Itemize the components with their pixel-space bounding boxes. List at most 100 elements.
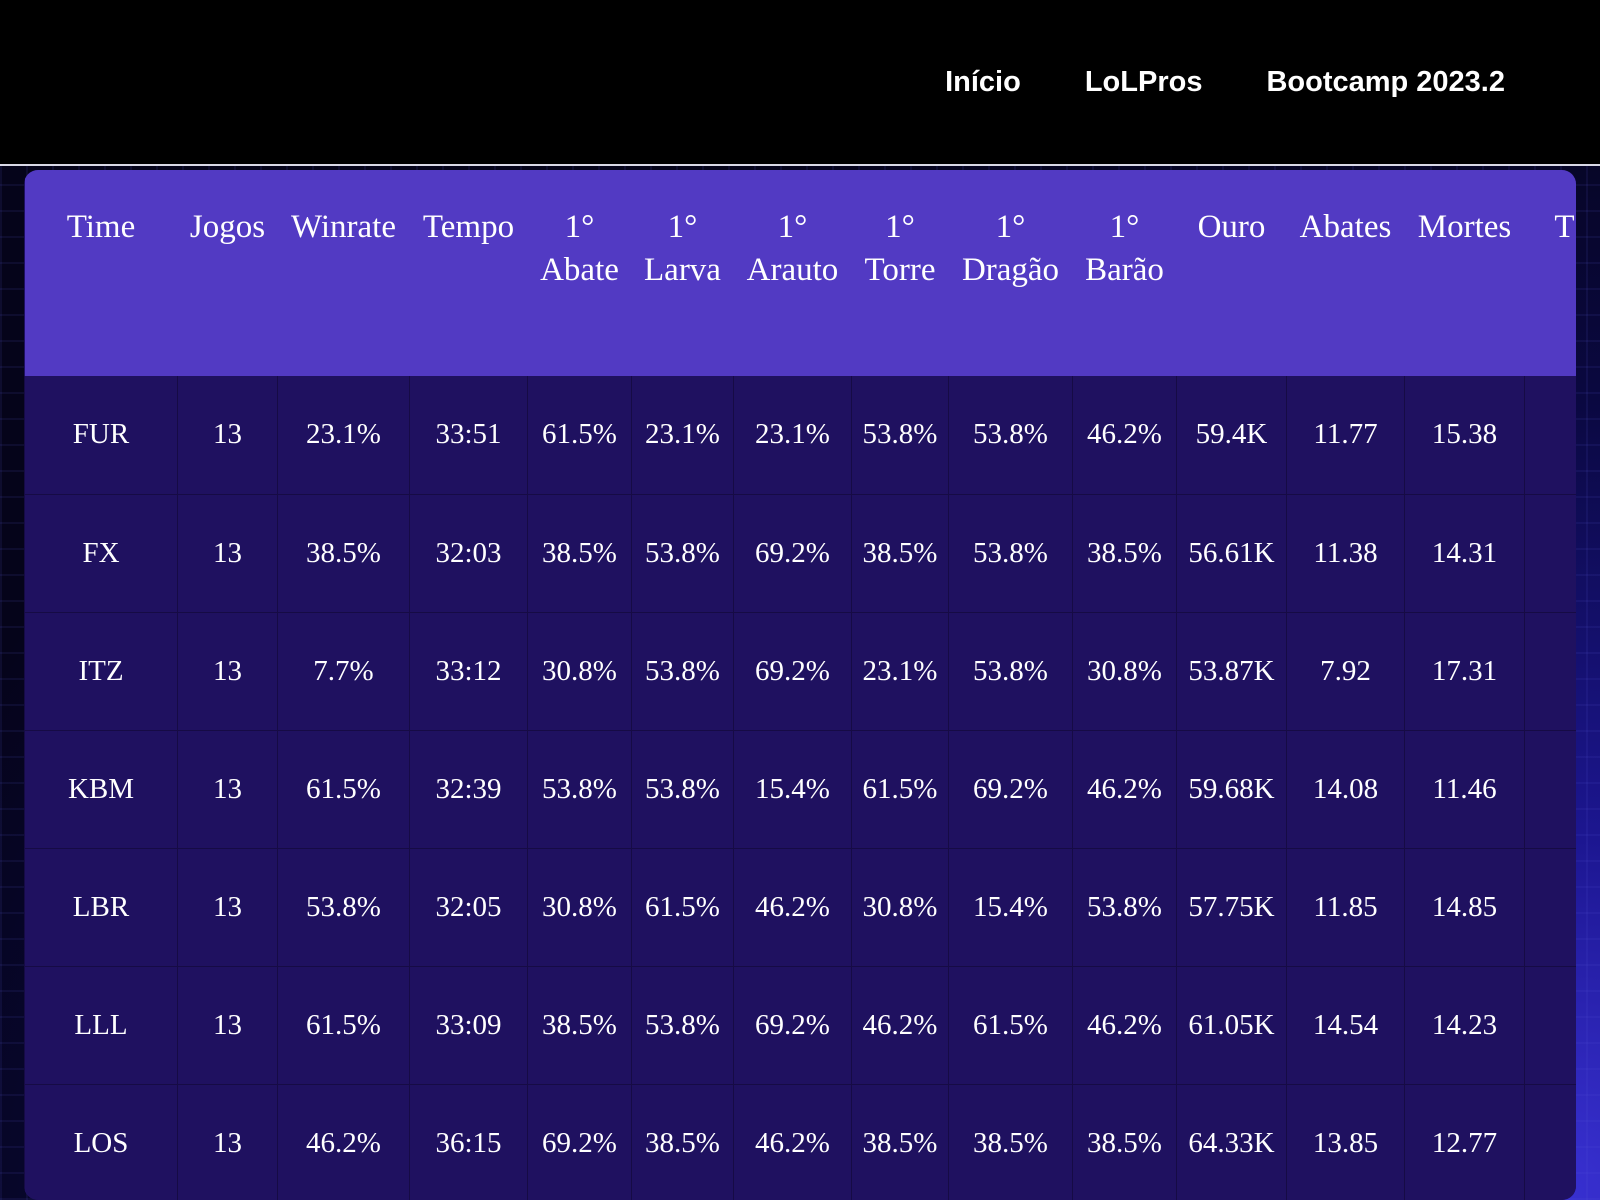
table-cell-ouro: 64.33K — [1176, 1083, 1287, 1200]
column-header-winrate[interactable]: Winrate — [277, 170, 410, 376]
table-row: FUR 13 23.1% 33:51 61.5% 23.1% 23.1% 53.8% 53.8%… — [24, 376, 1576, 495]
table-cell-primeiro-barao: 46.2% — [1072, 729, 1177, 849]
column-header-primeiro-dragao[interactable]: 1° Dragão — [948, 170, 1073, 376]
column-header-ouro[interactable]: Ouro — [1176, 170, 1287, 376]
table-cell-winrate: 38.5% — [277, 493, 410, 613]
table-cell-mortes: 11.46 — [1404, 729, 1525, 849]
column-header-line2: Barão — [1085, 252, 1164, 288]
table-cell-tempo: 36:15 — [409, 1083, 528, 1200]
table-cell-tempo: 33:51 — [409, 376, 528, 495]
column-header-line1: 1° — [885, 209, 915, 245]
table-cell-primeira-torre: 38.5% — [851, 1083, 949, 1200]
table-cell-jogos: 13 — [177, 493, 278, 613]
table-cell-winrate: 53.8% — [277, 847, 410, 967]
table-cell-abates: 11.77 — [1286, 376, 1405, 495]
table-cell-primeiro-barao: 30.8% — [1072, 611, 1177, 731]
table-cell-ouro: 56.61K — [1176, 493, 1287, 613]
column-header-line1: 1° — [1109, 209, 1140, 245]
column-header-mortes[interactable]: Mortes — [1404, 170, 1525, 376]
table-cell-ouro: 59.68K — [1176, 729, 1287, 849]
table-row: LOS 13 46.2% 36:15 69.2% 38.5% 46.2% 38.5% 38.5%… — [24, 1083, 1576, 1200]
header-row: Time Jogos Winrate Tempo 1° Abate 1° Larva 1° Ara… — [24, 170, 1576, 376]
table-cell-t — [1524, 965, 1576, 1085]
table-cell-primeiro-arauto: 15.4% — [733, 729, 852, 849]
table-cell-primeira-larva: 38.5% — [631, 1083, 734, 1200]
table-cell-primeira-larva: 53.8% — [631, 965, 734, 1085]
table-cell-primeiro-dragao: 53.8% — [948, 493, 1073, 613]
table-cell-t — [1524, 611, 1576, 731]
table-cell-t — [1524, 1083, 1576, 1200]
nav-link-lolpros[interactable]: LoLPros — [1085, 62, 1203, 102]
table-cell-primeira-larva: 23.1% — [631, 376, 734, 495]
table-cell-time: LOS — [24, 1083, 178, 1200]
stats-table-container[interactable]: Time Jogos Winrate Tempo 1° Abate 1° Larva 1° Ara… — [24, 170, 1576, 1200]
table-cell-time: FX — [24, 493, 178, 613]
table-cell-tempo: 33:09 — [409, 965, 528, 1085]
table-cell-primeiro-arauto: 69.2% — [733, 965, 852, 1085]
nav-links: Início LoLPros Bootcamp 2023.2 — [945, 62, 1505, 102]
column-header-line1: 1° — [564, 209, 595, 245]
table-cell-t — [1524, 847, 1576, 967]
table-cell-primeiro-abate: 30.8% — [527, 847, 632, 967]
column-header-primeiro-barao[interactable]: 1° Barão — [1072, 170, 1177, 376]
table-cell-tempo: 32:03 — [409, 493, 528, 613]
table-cell-primeiro-arauto: 23.1% — [733, 376, 852, 495]
table-cell-ouro: 57.75K — [1176, 847, 1287, 967]
table-cell-primeiro-barao: 38.5% — [1072, 1083, 1177, 1200]
column-header-primeira-larva[interactable]: 1° Larva — [631, 170, 734, 376]
table-cell-primeiro-dragao: 53.8% — [948, 611, 1073, 731]
table-cell-tempo: 32:39 — [409, 729, 528, 849]
table-cell-primeira-torre: 38.5% — [851, 493, 949, 613]
table-cell-abates: 11.38 — [1286, 493, 1405, 613]
table-cell-primeiro-abate: 38.5% — [527, 965, 632, 1085]
nav-link-bootcamp[interactable]: Bootcamp 2023.2 — [1266, 62, 1505, 102]
table-cell-t — [1524, 729, 1576, 849]
table-cell-ouro: 59.4K — [1176, 376, 1287, 495]
table-cell-primeiro-arauto: 69.2% — [733, 493, 852, 613]
table-cell-mortes: 15.38 — [1404, 376, 1525, 495]
table-cell-winrate: 46.2% — [277, 1083, 410, 1200]
table-row: LLL 13 61.5% 33:09 38.5% 53.8% 69.2% 46.2% 61.5%… — [24, 965, 1576, 1085]
table-cell-jogos: 13 — [177, 965, 278, 1085]
table-cell-primeira-larva: 61.5% — [631, 847, 734, 967]
column-header-line2: Abate — [540, 252, 619, 288]
table-row: ITZ 13 7.7% 33:12 30.8% 53.8% 69.2% 23.1% 53.8% 3… — [24, 611, 1576, 731]
column-header-primeira-torre[interactable]: 1° Torre — [851, 170, 949, 376]
table-cell-abates: 14.54 — [1286, 965, 1405, 1085]
column-header-primeiro-arauto[interactable]: 1° Arauto — [733, 170, 852, 376]
table-cell-tempo: 33:12 — [409, 611, 528, 731]
table-cell-primeira-larva: 53.8% — [631, 493, 734, 613]
table-row: FX 13 38.5% 32:03 38.5% 53.8% 69.2% 38.5% 53.8% 3… — [24, 493, 1576, 613]
column-header-line2: Torre — [864, 252, 936, 288]
column-header-time[interactable]: Time — [24, 170, 178, 376]
table-cell-primeiro-dragao: 38.5% — [948, 1083, 1073, 1200]
table-cell-primeiro-dragao: 69.2% — [948, 729, 1073, 849]
column-header-t[interactable]: T — [1524, 170, 1576, 376]
table-cell-winrate: 61.5% — [277, 729, 410, 849]
table-cell-winrate: 7.7% — [277, 611, 410, 731]
table-cell-abates: 13.85 — [1286, 1083, 1405, 1200]
table-cell-mortes: 14.23 — [1404, 965, 1525, 1085]
table-cell-jogos: 13 — [177, 847, 278, 967]
table-cell-mortes: 17.31 — [1404, 611, 1525, 731]
column-header-tempo[interactable]: Tempo — [409, 170, 528, 376]
table-cell-winrate: 23.1% — [277, 376, 410, 495]
table-cell-primeiro-abate: 30.8% — [527, 611, 632, 731]
column-header-abates[interactable]: Abates — [1286, 170, 1405, 376]
column-header-line2: Arauto — [746, 252, 839, 288]
column-header-line1: Winrate — [291, 209, 396, 245]
table-cell-t — [1524, 493, 1576, 613]
column-header-primeiro-abate[interactable]: 1° Abate — [527, 170, 632, 376]
table-cell-primeiro-dragao: 15.4% — [948, 847, 1073, 967]
table-cell-ouro: 53.87K — [1176, 611, 1287, 731]
nav-link-inicio[interactable]: Início — [945, 62, 1021, 102]
table-cell-primeira-larva: 53.8% — [631, 729, 734, 849]
table-row: LBR 13 53.8% 32:05 30.8% 61.5% 46.2% 30.8% 15.4%… — [24, 847, 1576, 967]
team-stats-table: Time Jogos Winrate Tempo 1° Abate 1° Larva 1° Ara… — [24, 170, 1576, 1200]
column-header-line1: 1° — [667, 209, 698, 245]
table-cell-primeiro-arauto: 69.2% — [733, 611, 852, 731]
table-cell-primeira-torre: 61.5% — [851, 729, 949, 849]
table-cell-primeiro-abate: 61.5% — [527, 376, 632, 495]
column-header-jogos[interactable]: Jogos — [177, 170, 278, 376]
table-cell-abates: 14.08 — [1286, 729, 1405, 849]
